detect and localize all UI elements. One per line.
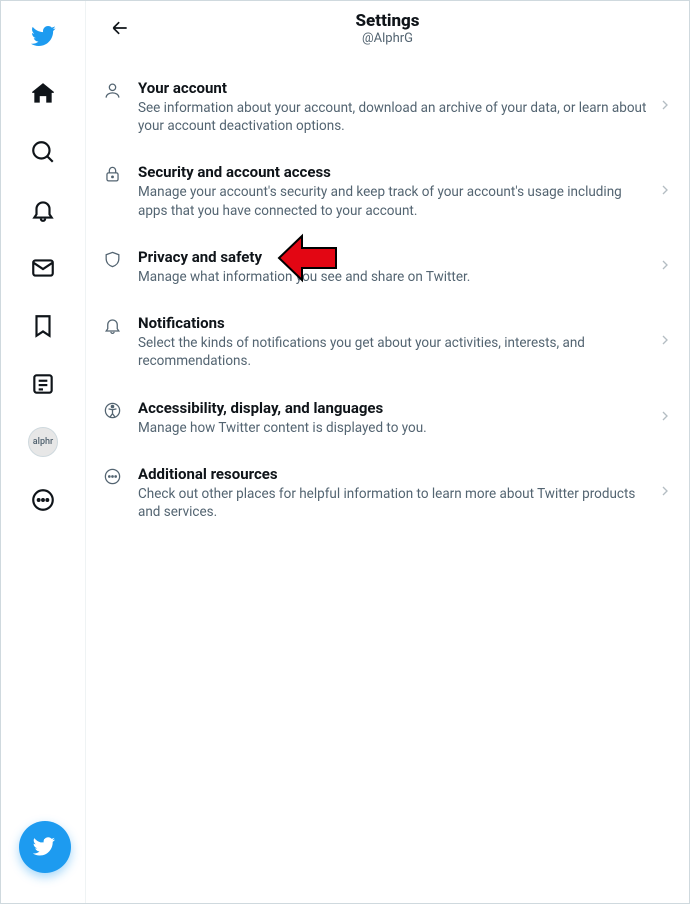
chevron-right-icon bbox=[657, 182, 673, 202]
row-desc: Manage how Twitter content is displayed … bbox=[138, 419, 649, 437]
page-title: Settings bbox=[356, 11, 420, 31]
row-title: Privacy and safety bbox=[138, 248, 649, 266]
chevron-right-icon bbox=[657, 332, 673, 352]
ellipsis-icon bbox=[102, 467, 122, 486]
lock-icon bbox=[102, 165, 122, 184]
chevron-right-icon bbox=[657, 483, 673, 503]
row-title: Accessibility, display, and languages bbox=[138, 399, 649, 417]
settings-row-privacy-safety[interactable]: Privacy and safety Manage what informati… bbox=[86, 234, 689, 300]
page-header: Settings @AlphrG bbox=[86, 1, 689, 55]
compose-tweet-button[interactable] bbox=[19, 821, 71, 873]
row-desc: Manage your account's security and keep … bbox=[138, 183, 649, 219]
settings-row-additional[interactable]: Additional resources Check out other pla… bbox=[86, 451, 689, 535]
row-desc: Select the kinds of notifications you ge… bbox=[138, 334, 649, 370]
bell-icon bbox=[102, 316, 122, 335]
home-nav-icon[interactable] bbox=[18, 69, 68, 119]
settings-row-accessibility[interactable]: Accessibility, display, and languages Ma… bbox=[86, 385, 689, 451]
shield-icon bbox=[102, 250, 122, 269]
more-nav-icon[interactable] bbox=[18, 475, 68, 525]
person-icon bbox=[102, 81, 122, 100]
messages-nav-icon[interactable] bbox=[18, 243, 68, 293]
row-desc: See information about your account, down… bbox=[138, 99, 649, 135]
row-title: Security and account access bbox=[138, 163, 649, 181]
notifications-nav-icon[interactable] bbox=[18, 185, 68, 235]
main-content: Settings @AlphrG Your account See inform… bbox=[86, 1, 689, 903]
lists-nav-icon[interactable] bbox=[18, 359, 68, 409]
bookmarks-nav-icon[interactable] bbox=[18, 301, 68, 351]
search-nav-icon[interactable] bbox=[18, 127, 68, 177]
settings-list: Your account See information about your … bbox=[86, 55, 689, 535]
twitter-logo[interactable] bbox=[18, 11, 68, 61]
avatar: alphr bbox=[28, 427, 58, 457]
row-desc: Check out other places for helpful infor… bbox=[138, 485, 649, 521]
chevron-right-icon bbox=[657, 408, 673, 428]
accessibility-icon bbox=[102, 401, 122, 420]
chevron-right-icon bbox=[657, 257, 673, 277]
row-title: Your account bbox=[138, 79, 649, 97]
settings-row-security[interactable]: Security and account access Manage your … bbox=[86, 149, 689, 233]
back-button[interactable] bbox=[102, 10, 138, 46]
row-desc: Manage what information you see and shar… bbox=[138, 268, 649, 286]
page-subtitle: @AlphrG bbox=[356, 31, 420, 46]
row-title: Additional resources bbox=[138, 465, 649, 483]
profile-nav-icon[interactable]: alphr bbox=[18, 417, 68, 467]
sidebar: alphr bbox=[1, 1, 86, 903]
chevron-right-icon bbox=[657, 97, 673, 117]
settings-row-your-account[interactable]: Your account See information about your … bbox=[86, 65, 689, 149]
settings-row-notifications[interactable]: Notifications Select the kinds of notifi… bbox=[86, 300, 689, 384]
row-title: Notifications bbox=[138, 314, 649, 332]
